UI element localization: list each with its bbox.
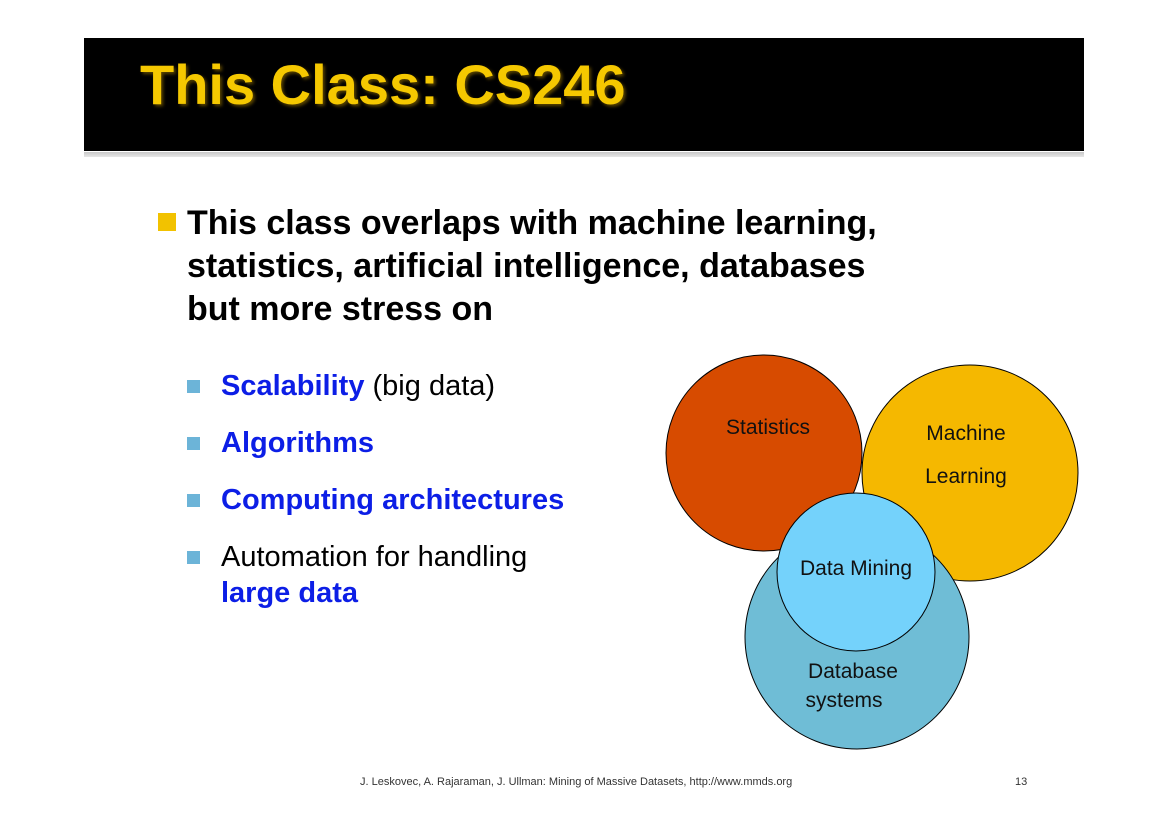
statistics-label: Statistics: [726, 416, 810, 439]
machine-label: Machine: [926, 422, 1005, 445]
slide-title: This Class: CS246: [140, 53, 626, 116]
sub-bullet-square-icon: [187, 551, 200, 564]
emphasis-text: Algorithms: [221, 427, 375, 459]
main-bullet-line-3: but more stress on: [187, 290, 494, 328]
sub-bullet-text: Algorithms: [221, 425, 374, 461]
systems-label: systems: [805, 689, 882, 712]
page-number: 13: [1015, 776, 1028, 788]
emphasis-text: large data: [221, 577, 358, 609]
sub-bullet-square-icon: [187, 494, 200, 507]
plain-text: Automation for handling: [221, 541, 528, 573]
main-bullet: This class overlaps with machine learnin…: [187, 202, 987, 331]
emphasis-text: Computing architectures: [221, 484, 565, 516]
venn-diagram: Statistics Machine Learning Data Mining …: [665, 354, 1079, 750]
sub-bullet-square-icon: [187, 437, 200, 450]
learning-label: Learning: [925, 465, 1007, 488]
data-mining-label: Data Mining: [800, 557, 912, 580]
bullet-square-icon: [158, 213, 176, 231]
sub-bullet-square-icon: [187, 380, 200, 393]
title-bar: This Class: CS246: [84, 38, 1084, 151]
plain-text: (big data): [364, 370, 496, 402]
title-rule: [84, 152, 1084, 157]
sub-bullet-text: Computing architectures: [221, 482, 564, 518]
sub-bullet-text: Scalability (big data): [221, 368, 495, 404]
main-bullet-line-1: This class overlaps with machine learnin…: [187, 204, 877, 242]
footer-citation: J. Leskovec, A. Rajaraman, J. Ullman: Mi…: [360, 776, 793, 788]
main-bullet-line-2: statistics, artificial intelligence, dat…: [187, 247, 866, 285]
sub-bullet-text: Automation for handling large data: [221, 539, 527, 611]
emphasis-text: Scalability: [221, 370, 365, 402]
database-label: Database: [808, 660, 898, 683]
